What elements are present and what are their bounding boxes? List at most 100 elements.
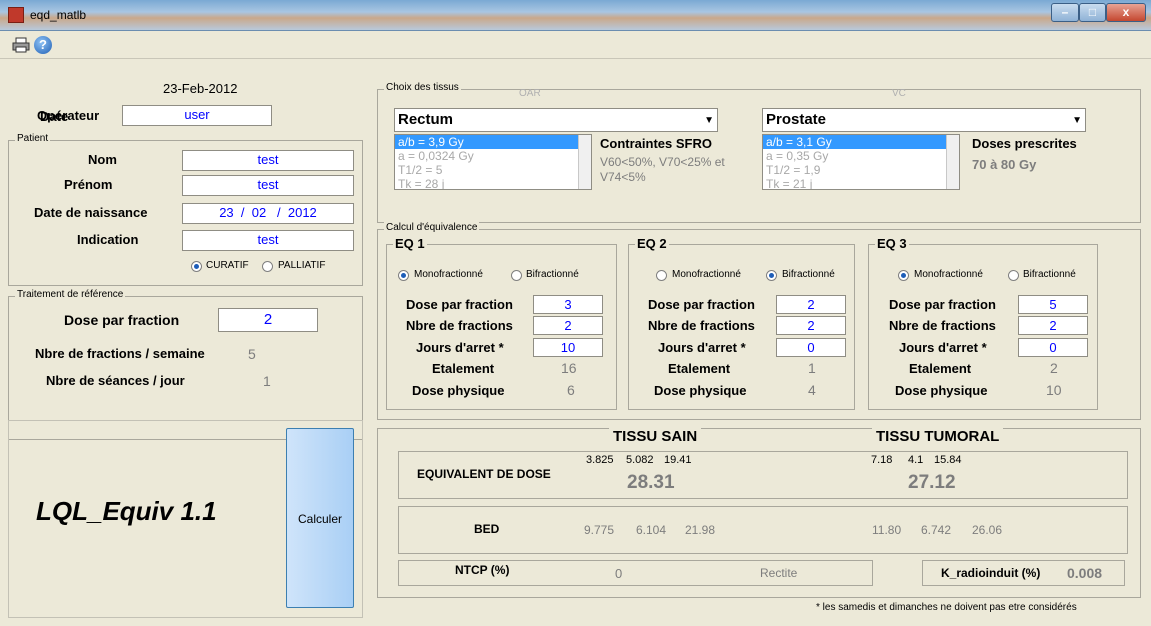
eq3-dose-field[interactable]: 5 xyxy=(1018,295,1088,314)
window-title: eqd_matlb xyxy=(30,8,87,22)
eq1-jours-field[interactable]: 10 xyxy=(533,338,603,357)
vc-info-title: Doses prescrites xyxy=(972,136,1077,151)
eq2-nbre-label: Nbre de fractions xyxy=(648,318,755,333)
nom-label: Nom xyxy=(88,152,117,167)
date-value: 23-Feb-2012 xyxy=(163,81,238,96)
eq3-mono-radio[interactable] xyxy=(898,270,909,281)
eq3-jours-label: Jours d'arret * xyxy=(899,340,987,355)
eq1-etalement-label: Etalement xyxy=(432,361,495,376)
curatif-label: CURATIF xyxy=(206,260,249,271)
eq1-etalement-value: 16 xyxy=(561,360,577,376)
eq3-bi-label: Bifractionné xyxy=(1023,269,1076,280)
footnote: * les samedis et dimanches ne doivent pa… xyxy=(816,602,1077,613)
eq2-jours-label: Jours d'arret * xyxy=(658,340,746,355)
eq3-nbre-label: Nbre de fractions xyxy=(889,318,996,333)
tissu-tumoral-header: TISSU TUMORAL xyxy=(872,428,1004,445)
ref-dose-field[interactable]: 2 xyxy=(218,308,318,332)
printer-icon[interactable] xyxy=(12,37,30,53)
vc-listbox[interactable]: a/b = 3,1 Gy a = 0,35 Gy T1/2 = 1,9 Tk =… xyxy=(762,134,960,190)
main-panel: Date 23-Feb-2012 Opérateur user Patient … xyxy=(0,60,1151,626)
close-button[interactable]: x xyxy=(1106,3,1146,22)
vc-select-value: Prostate xyxy=(766,111,827,128)
title-bar xyxy=(0,0,1151,31)
indication-field[interactable]: test xyxy=(182,230,354,251)
bed-label: BED xyxy=(474,522,500,536)
ref-dose-label: Dose par fraction xyxy=(64,312,180,328)
naissance-label: Date de naissance xyxy=(34,205,148,220)
eq3-bi-radio[interactable] xyxy=(1008,270,1019,281)
seances-value: 1 xyxy=(263,373,271,389)
maximize-button[interactable]: □ xyxy=(1079,3,1106,22)
sain-bed3: 21.98 xyxy=(685,523,716,537)
eq2-physique-value: 4 xyxy=(808,382,816,398)
reference-group-title: Traitement de référence xyxy=(15,289,126,300)
eq2-etalement-value: 1 xyxy=(808,360,816,376)
scrollbar[interactable] xyxy=(946,135,959,189)
sain-bed2: 6.104 xyxy=(636,523,667,537)
rectite-value: Rectite xyxy=(760,566,798,580)
eq3-mono-label: Monofractionné xyxy=(914,269,983,280)
nom-field[interactable]: test xyxy=(182,150,354,171)
indication-label: Indication xyxy=(77,232,139,247)
naissance-field[interactable]: 23 / 02 / 2012 xyxy=(182,203,354,224)
minimize-button[interactable]: – xyxy=(1051,3,1079,22)
list-item[interactable]: Tk = 28 j xyxy=(395,177,591,189)
eq1-mono-label: Monofractionné xyxy=(414,269,483,280)
tum-bed2: 6.742 xyxy=(921,523,952,537)
eq3-jours-field[interactable]: 0 xyxy=(1018,338,1088,357)
eq2-jours-field[interactable]: 0 xyxy=(776,338,846,357)
eq3-physique-value: 10 xyxy=(1046,382,1062,398)
list-item[interactable]: a = 0,35 Gy xyxy=(763,149,959,163)
calcul-group-title: Calcul d'équivalence xyxy=(384,222,480,233)
eq2-nbre-field[interactable]: 2 xyxy=(776,316,846,335)
list-item[interactable]: Tk = 21 j xyxy=(763,177,959,189)
eq2-mono-label: Monofractionné xyxy=(672,269,741,280)
eq2-bi-radio[interactable] xyxy=(766,270,777,281)
eq1-jours-label: Jours d'arret * xyxy=(416,340,504,355)
prenom-field[interactable]: test xyxy=(182,175,354,196)
eq1-nbre-field[interactable]: 2 xyxy=(533,316,603,335)
eq2-dose-field[interactable]: 2 xyxy=(776,295,846,314)
eq1-dose-label: Dose par fraction xyxy=(406,297,513,312)
tum-eq1: 7.18 xyxy=(871,454,893,466)
tum-eq3: 15.84 xyxy=(934,454,962,466)
calculer-button[interactable]: Calculer xyxy=(286,428,354,608)
k-label: K_radioinduit (%) xyxy=(941,566,1041,580)
app-name: LQL_Equiv 1.1 xyxy=(36,496,217,526)
scrollbar[interactable] xyxy=(578,135,591,189)
tum-total: 27.12 xyxy=(908,472,956,493)
vc-select[interactable]: Prostate ▼ xyxy=(762,108,1086,132)
eq1-dose-field[interactable]: 3 xyxy=(533,295,603,314)
oar-select[interactable]: Rectum ▼ xyxy=(394,108,718,132)
sain-eq2: 5.082 xyxy=(626,454,654,466)
list-item[interactable]: T1/2 = 1,9 xyxy=(763,163,959,177)
list-item[interactable]: T1/2 = 5 xyxy=(395,163,591,177)
oar-info-text-2: V74<5% xyxy=(600,170,646,184)
k-value: 0.008 xyxy=(1067,565,1103,581)
eq1-nbre-label: Nbre de fractions xyxy=(406,318,513,333)
bed-box xyxy=(398,506,1128,554)
eq2-mono-radio[interactable] xyxy=(656,270,667,281)
list-item[interactable]: a/b = 3,1 Gy xyxy=(763,135,959,149)
list-item[interactable]: a/b = 3,9 Gy xyxy=(395,135,591,149)
oar-info-text-1: V60<50%, V70<25% et xyxy=(600,155,725,169)
eq1-title: EQ 1 xyxy=(393,236,427,251)
help-icon[interactable]: ? xyxy=(34,36,52,54)
eq2-dose-label: Dose par fraction xyxy=(648,297,755,312)
oar-select-value: Rectum xyxy=(398,111,454,128)
oar-listbox[interactable]: a/b = 3,9 Gy a = 0,0324 Gy T1/2 = 5 Tk =… xyxy=(394,134,592,190)
palliatif-radio[interactable] xyxy=(262,261,273,272)
ntcp-label: NTCP (%) xyxy=(455,563,510,577)
operator-field[interactable]: user xyxy=(122,105,272,126)
tum-bed3: 26.06 xyxy=(972,523,1003,537)
vc-info-text: 70 à 80 Gy xyxy=(972,157,1037,172)
eq1-bi-radio[interactable] xyxy=(511,270,522,281)
curatif-radio[interactable] xyxy=(191,261,202,272)
fractions-semaine-label: Nbre de fractions / semaine xyxy=(35,346,205,361)
vc-header: VC xyxy=(892,88,906,99)
list-item[interactable]: a = 0,0324 Gy xyxy=(395,149,591,163)
toolbar xyxy=(0,31,1151,59)
eq3-nbre-field[interactable]: 2 xyxy=(1018,316,1088,335)
eq1-mono-radio[interactable] xyxy=(398,270,409,281)
equiv-label: EQUIVALENT DE DOSE xyxy=(417,467,551,481)
